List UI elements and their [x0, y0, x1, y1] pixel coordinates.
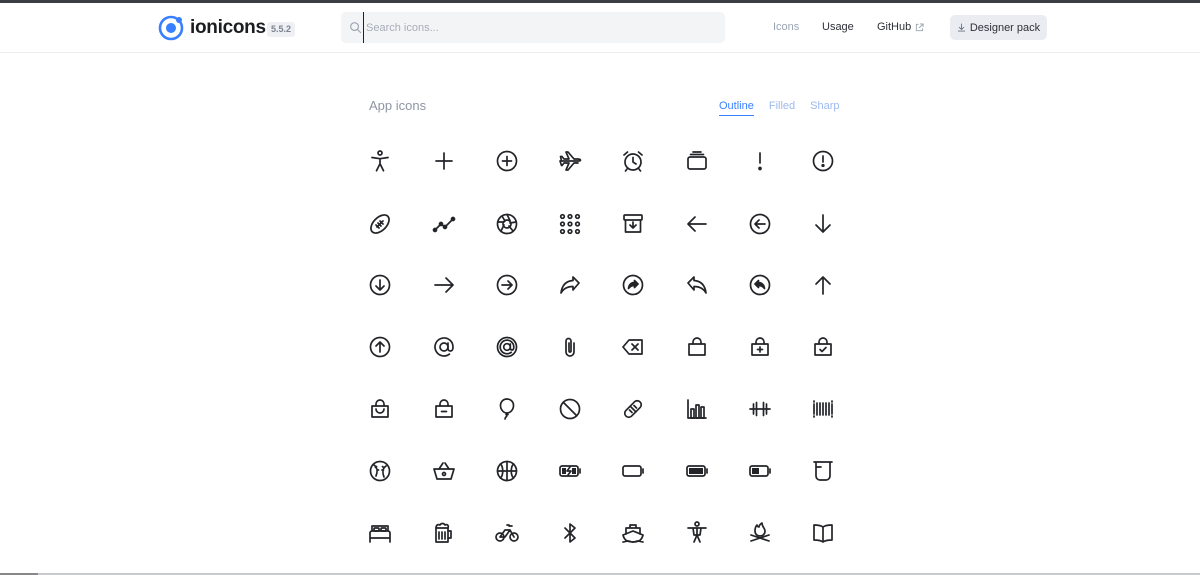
beaker-icon[interactable]	[809, 457, 837, 485]
bluetooth-icon[interactable]	[556, 519, 584, 547]
ionicons-logo-icon	[158, 15, 184, 41]
arrow-up-circle-icon[interactable]	[366, 333, 394, 361]
download-icon	[957, 23, 965, 32]
arrow-undo-icon[interactable]	[683, 271, 711, 299]
logo-text: ionicons	[190, 17, 266, 38]
bed-icon[interactable]	[366, 519, 394, 547]
bicycle-icon[interactable]	[493, 519, 521, 547]
albums-icon[interactable]	[683, 147, 711, 175]
bar-chart-icon[interactable]	[683, 395, 711, 423]
boat-icon[interactable]	[619, 519, 647, 547]
style-tabs: Outline Filled Sharp	[719, 100, 855, 116]
arrow-redo-icon[interactable]	[556, 271, 584, 299]
tab-outline[interactable]: Outline	[719, 100, 754, 116]
basketball-icon[interactable]	[493, 457, 521, 485]
archive-icon[interactable]	[619, 210, 647, 238]
barbell-icon[interactable]	[746, 395, 774, 423]
battery-half-icon[interactable]	[746, 457, 774, 485]
arrow-redo-circle-icon[interactable]	[619, 271, 647, 299]
apps-icon[interactable]	[556, 210, 584, 238]
bag-handle-icon[interactable]	[366, 395, 394, 423]
arrow-down-icon[interactable]	[809, 210, 837, 238]
nav-link-github[interactable]: GitHub	[877, 21, 924, 33]
add-circle-icon[interactable]	[493, 147, 521, 175]
arrow-forward-icon[interactable]	[430, 271, 458, 299]
accessibility-icon[interactable]	[366, 147, 394, 175]
beer-icon[interactable]	[430, 519, 458, 547]
bag-check-icon[interactable]	[809, 333, 837, 361]
at-circle-icon[interactable]	[493, 333, 521, 361]
nav-link-usage[interactable]: Usage	[822, 21, 854, 33]
logo[interactable]: ionicons	[158, 15, 266, 41]
search-input[interactable]	[363, 12, 713, 43]
american-football-icon[interactable]	[366, 210, 394, 238]
basket-icon[interactable]	[430, 457, 458, 485]
arrow-down-circle-icon[interactable]	[366, 271, 394, 299]
airplane-icon[interactable]	[556, 147, 584, 175]
alert-circle-icon[interactable]	[809, 147, 837, 175]
bag-add-icon[interactable]	[746, 333, 774, 361]
bandage-icon[interactable]	[619, 395, 647, 423]
arrow-back-circle-icon[interactable]	[746, 210, 774, 238]
version-badge: 5.5.2	[267, 22, 296, 37]
designer-pack-label: Designer pack	[969, 21, 1041, 34]
nav-link-github-label: GitHub	[877, 21, 912, 33]
arrow-back-icon[interactable]	[683, 210, 711, 238]
body-icon[interactable]	[683, 519, 711, 547]
at-icon[interactable]	[430, 333, 458, 361]
search-box[interactable]	[341, 12, 725, 43]
nav-link-icons[interactable]: Icons	[773, 21, 799, 33]
section-title: App icons	[369, 98, 427, 113]
bag-remove-icon[interactable]	[430, 395, 458, 423]
site-header: ionicons 5.5.2 Icons Usage GitHub Design…	[0, 3, 1200, 53]
arrow-forward-circle-icon[interactable]	[493, 271, 521, 299]
designer-pack-button[interactable]: Designer pack	[950, 15, 1047, 40]
bonfire-icon[interactable]	[746, 519, 774, 547]
attach-icon[interactable]	[556, 333, 584, 361]
arrow-undo-circle-icon[interactable]	[746, 271, 774, 299]
ban-icon[interactable]	[556, 395, 584, 423]
arrow-up-icon[interactable]	[809, 271, 837, 299]
book-icon[interactable]	[809, 519, 837, 547]
search-icon	[350, 22, 362, 34]
add-icon[interactable]	[430, 147, 458, 175]
external-link-icon	[916, 22, 924, 31]
balloon-icon[interactable]	[493, 395, 521, 423]
battery-full-icon[interactable]	[683, 457, 711, 485]
backspace-icon[interactable]	[619, 333, 647, 361]
barcode-icon[interactable]	[809, 395, 837, 423]
tab-sharp[interactable]: Sharp	[810, 100, 839, 116]
analytics-icon[interactable]	[430, 210, 458, 238]
alarm-icon[interactable]	[619, 147, 647, 175]
battery-dead-icon[interactable]	[619, 457, 647, 485]
battery-charging-icon[interactable]	[556, 457, 584, 485]
tab-filled[interactable]: Filled	[769, 100, 795, 116]
alert-icon[interactable]	[746, 147, 774, 175]
baseball-icon[interactable]	[366, 457, 394, 485]
bag-icon[interactable]	[683, 333, 711, 361]
aperture-icon[interactable]	[493, 210, 521, 238]
